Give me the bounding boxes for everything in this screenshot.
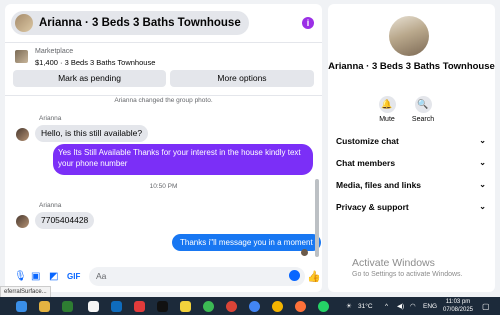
sender-name: Arianna (39, 202, 62, 209)
conversation-details-panel: Arianna · 3 Beds 3 Baths Townhouse 🔔 Mut… (328, 4, 495, 292)
app-icon[interactable] (134, 301, 145, 312)
message-list: Arianna changed the group photo. Arianna… (5, 95, 322, 261)
section-label: Media, files and links (336, 180, 422, 190)
notes-icon[interactable] (180, 301, 191, 312)
chat-title: Arianna · 3 Beds 3 Baths Townhouse (39, 17, 241, 29)
firefox-icon[interactable] (295, 301, 306, 312)
temperature[interactable]: 31°C (358, 301, 373, 312)
search-icon: 🔍 (414, 96, 432, 113)
listing-title[interactable]: $1,400 · 3 Beds 3 Baths Townhouse (35, 58, 155, 67)
watermark-title: Activate Windows (352, 257, 435, 269)
outgoing-message[interactable]: Yes Its Still Available Thanks for your … (53, 144, 313, 175)
sender-name: Arianna (39, 115, 62, 122)
message-timestamp: 10:50 PM (149, 183, 178, 190)
weather-icon[interactable]: ☀ (346, 301, 352, 312)
section-label: Customize chat (336, 136, 399, 146)
info-icon[interactable]: i (302, 17, 314, 29)
chevron-up-icon[interactable]: ^ (385, 301, 388, 312)
section-label: Chat members (336, 158, 396, 168)
chrome-icon[interactable] (249, 301, 260, 312)
chat-panel: Arianna · 3 Beds 3 Baths Townhouse i Mar… (5, 4, 322, 292)
search-button[interactable]: 🔍 Search (408, 96, 438, 123)
marketplace-banner: Marketplace $1,400 · 3 Beds 3 Baths Town… (5, 43, 322, 95)
message-input[interactable]: Aa (89, 267, 305, 286)
composer: 🎙 ▣ ◩ GIF Aa 👍 (5, 262, 322, 292)
chrome-icon[interactable] (226, 301, 237, 312)
message-input-placeholder: Aa (96, 271, 107, 281)
file-explorer-icon[interactable] (39, 301, 50, 312)
search-label: Search (411, 116, 435, 123)
image-icon[interactable]: ▣ (31, 271, 40, 283)
chevron-down-icon: ⌄ (479, 136, 486, 145)
avatar[interactable] (16, 215, 29, 228)
scrollbar[interactable] (315, 179, 319, 257)
gif-icon[interactable]: GIF (67, 271, 80, 283)
tiktok-icon[interactable] (157, 301, 168, 312)
sticker-icon[interactable]: ◩ (49, 271, 58, 283)
section-chat-members[interactable]: Chat members ⌄ (336, 158, 486, 178)
mark-pending-button[interactable]: Mark as pending (13, 70, 166, 87)
windows-start-icon[interactable] (16, 301, 27, 312)
listing-thumbnail[interactable] (15, 50, 28, 63)
microphone-icon[interactable]: 🎙 (14, 271, 27, 283)
outlook-icon[interactable] (111, 301, 122, 312)
chrome-icon[interactable] (272, 301, 283, 312)
activation-watermark: Activate Windows Go to Settings to activ… (352, 257, 463, 278)
language-indicator[interactable]: ENG (423, 301, 437, 312)
more-options-button[interactable]: More options (170, 70, 314, 87)
avatar (15, 14, 33, 32)
outgoing-message[interactable]: Thanks i"ll message you in a moment (172, 234, 321, 251)
incoming-message[interactable]: Hello, is this still available? (35, 125, 149, 142)
chevron-down-icon: ⌄ (479, 158, 486, 167)
seen-avatar (301, 249, 308, 256)
section-media-files-links[interactable]: Media, files and links ⌄ (336, 180, 486, 200)
clock-time: 11:03 pm (445, 299, 471, 305)
incoming-message[interactable]: 7705404428 (35, 212, 95, 229)
app-icon[interactable] (62, 301, 73, 312)
notification-icon[interactable]: ▢ (482, 301, 490, 312)
section-privacy-support[interactable]: Privacy & support ⌄ (336, 202, 486, 222)
wifi-icon[interactable]: ◠ (410, 301, 416, 312)
mute-label: Mute (379, 116, 395, 123)
avatar[interactable] (389, 16, 429, 56)
chat-title-button[interactable]: Arianna · 3 Beds 3 Baths Townhouse (11, 11, 249, 35)
chat-header: Arianna · 3 Beds 3 Baths Townhouse i (5, 4, 322, 43)
whatsapp-icon[interactable] (318, 301, 329, 312)
watermark-subtitle: Go to Settings to activate Windows. (352, 271, 463, 278)
system-message: Arianna changed the group photo. (114, 97, 213, 104)
section-label: Privacy & support (336, 202, 409, 212)
screen: Arianna · 3 Beds 3 Baths Townhouse i Mar… (0, 0, 500, 297)
section-customize-chat[interactable]: Customize chat ⌄ (336, 136, 486, 156)
chevron-down-icon: ⌄ (479, 180, 486, 189)
marketplace-label: Marketplace (35, 48, 74, 55)
chevron-down-icon: ⌄ (479, 202, 486, 211)
emoji-icon[interactable] (289, 270, 300, 281)
chrome-icon[interactable] (203, 301, 214, 312)
conversation-name: Arianna · 3 Beds 3 Baths Townhouse (328, 61, 495, 72)
clock[interactable]: 11:03 pm 07/08/2025 (438, 297, 478, 314)
thumbs-up-icon[interactable]: 👍 (307, 270, 321, 283)
mute-button[interactable]: 🔔 Mute (372, 96, 402, 123)
avatar[interactable] (16, 128, 29, 141)
bell-icon: 🔔 (378, 96, 396, 113)
clock-date: 07/08/2025 (442, 307, 474, 313)
calculator-icon[interactable] (88, 301, 99, 312)
volume-icon[interactable]: ◀) (397, 301, 404, 312)
